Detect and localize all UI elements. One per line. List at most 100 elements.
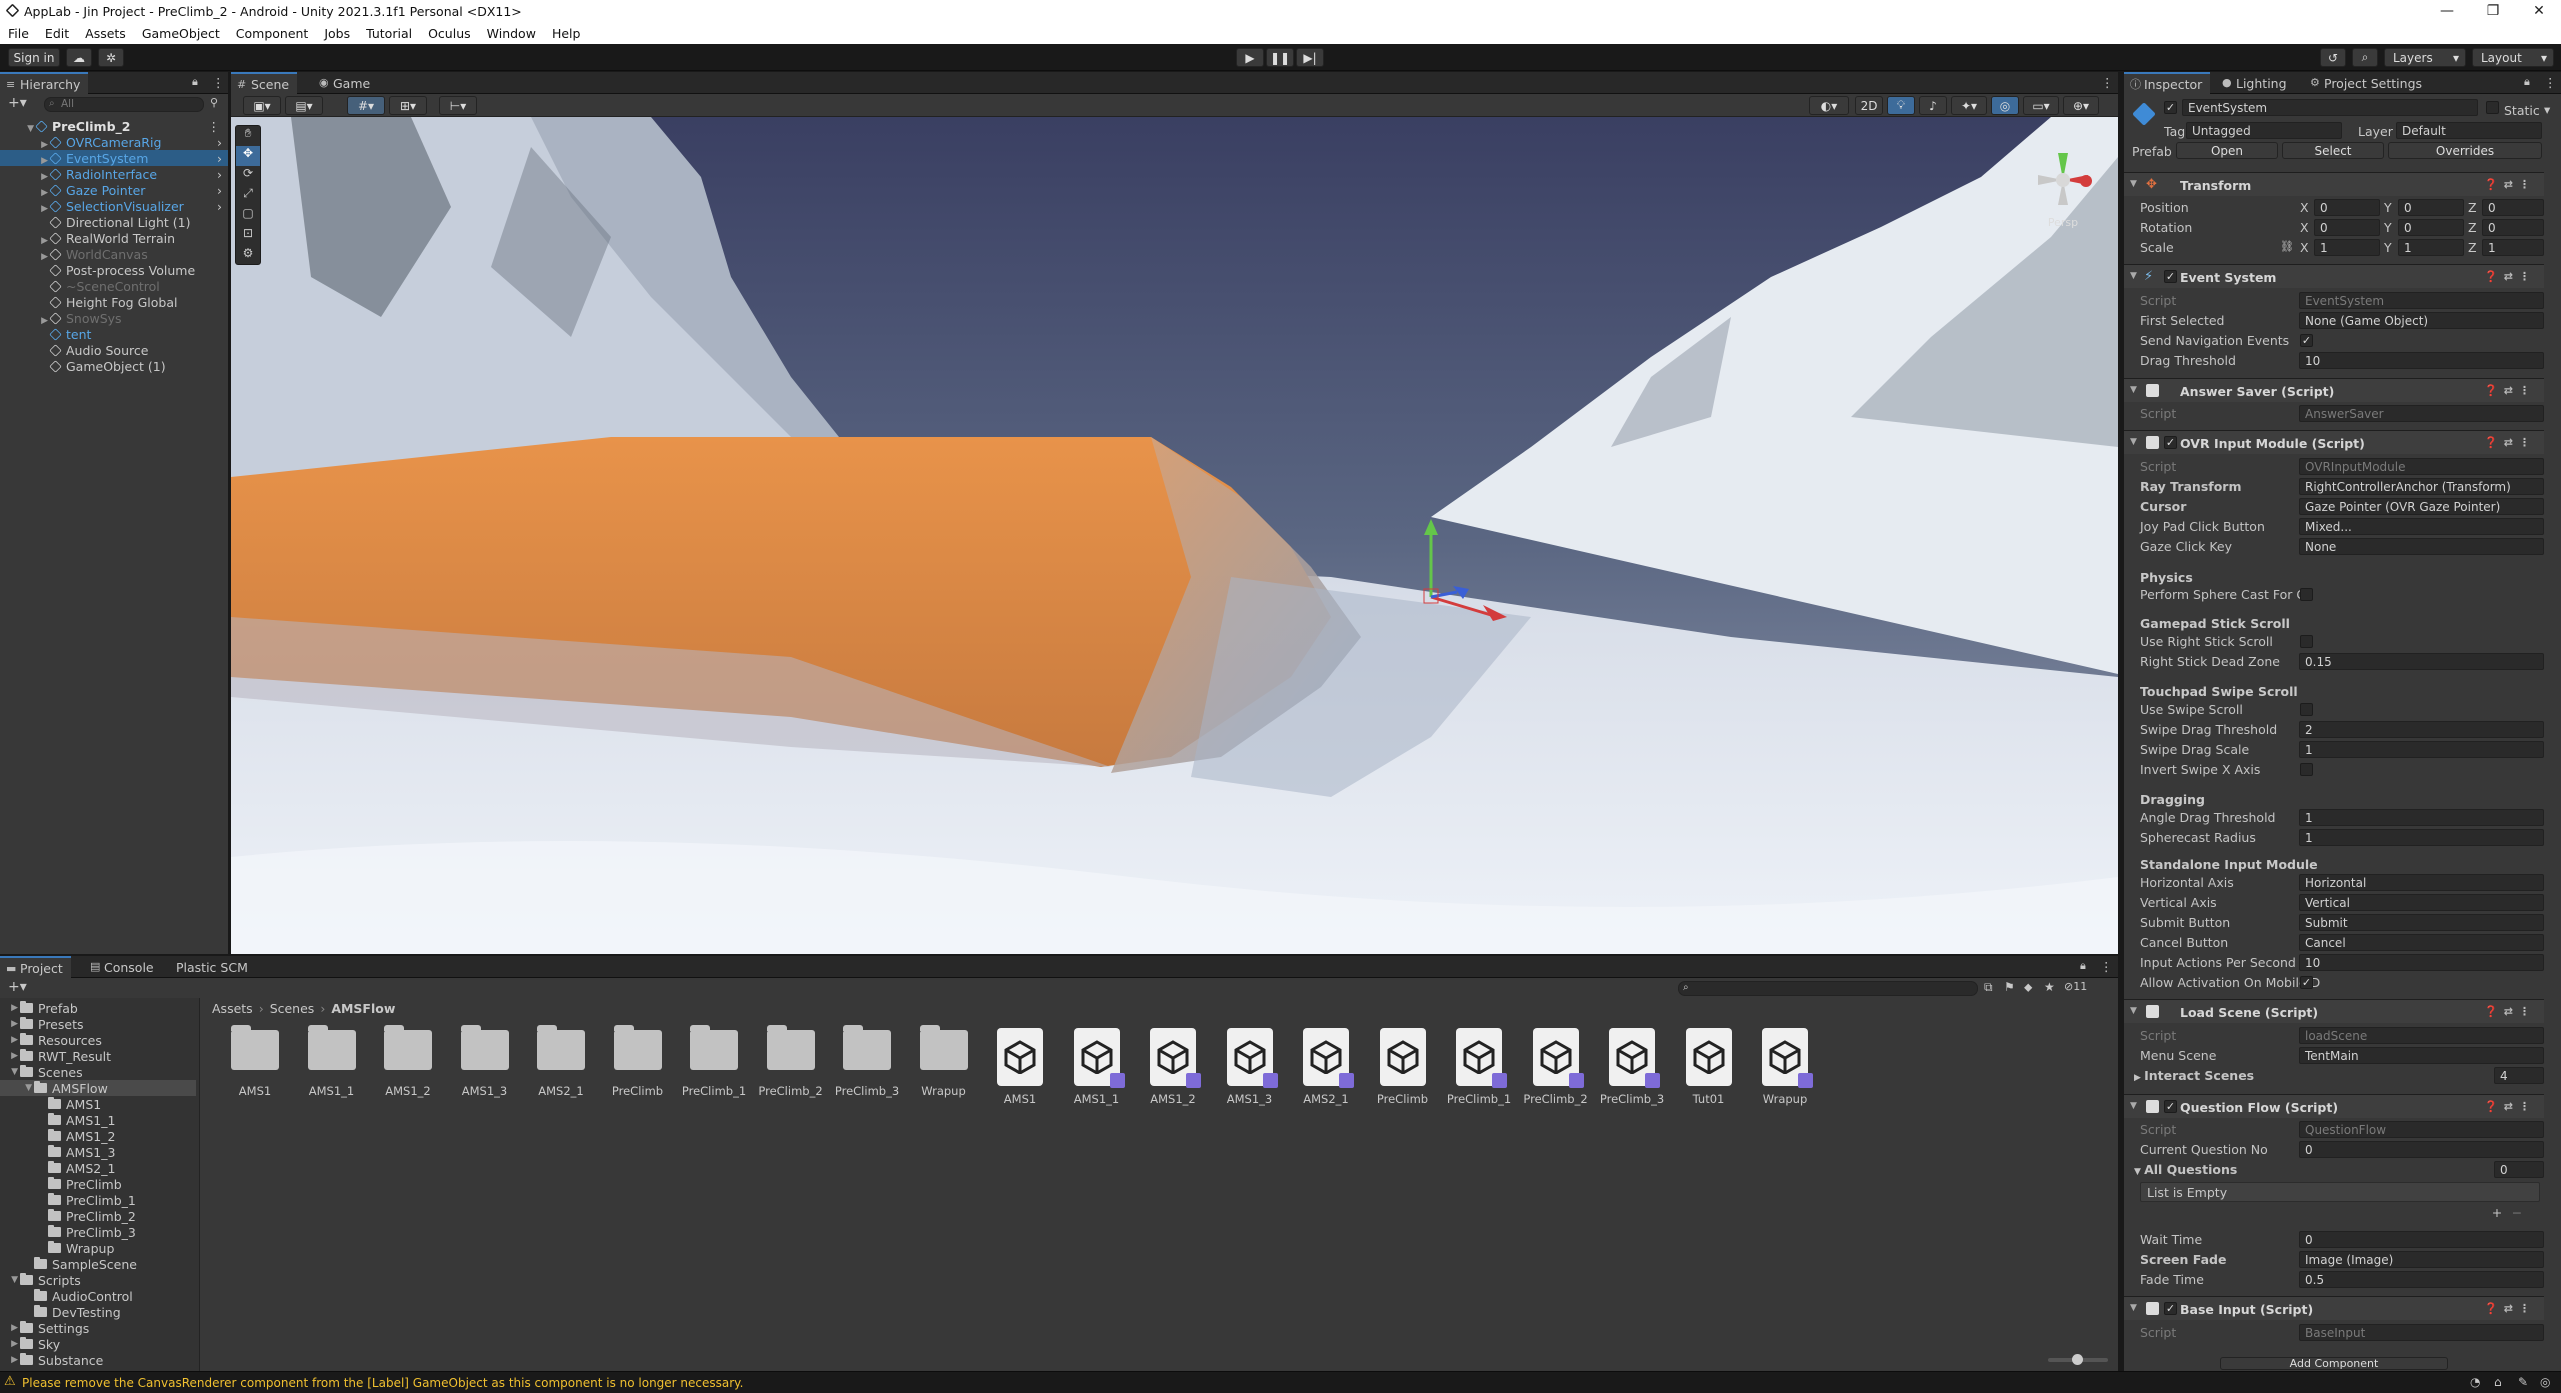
lock-icon[interactable]: 🔒︎ (192, 75, 198, 89)
object-name-input[interactable]: EventSystem (2182, 99, 2478, 116)
screen-fade-field[interactable]: Image (Image) (2299, 1251, 2544, 1268)
swipe-scale-field[interactable]: 1 (2299, 741, 2544, 758)
sign-in-button[interactable]: Sign in (8, 48, 60, 67)
rect-tool-icon[interactable]: ▢ (236, 206, 260, 226)
add-component-button[interactable]: Add Component (2220, 1357, 2448, 1370)
enable-checkbox[interactable]: ✓ (2164, 1302, 2177, 1315)
project-tree-item[interactable]: ▶ Presets (0, 1016, 196, 1032)
foldout-arrow-icon[interactable]: ▼ (0, 1067, 20, 1077)
enable-checkbox[interactable]: ✓ (2164, 270, 2177, 283)
custom-tool-icon[interactable]: ⚙ (236, 246, 260, 266)
foldout-arrow-icon[interactable]: ▼ (0, 1083, 34, 1093)
scene-asset[interactable]: Tut01 (1674, 1028, 1744, 1106)
shading-button[interactable]: ◐▾ (1809, 96, 1849, 115)
menu-jobs[interactable]: Jobs (316, 26, 358, 41)
foldout-arrow-icon[interactable]: ▼ (2134, 1167, 2144, 1177)
menu-tutorial[interactable]: Tutorial (358, 26, 420, 41)
hierarchy-item[interactable]: ▶ RealWorld Terrain (0, 230, 228, 246)
folder-asset[interactable]: PreClimb_1 (679, 1025, 749, 1098)
foldout-arrow-icon[interactable]: ▼ (0, 1275, 20, 1285)
foldout-arrow-icon[interactable]: ▶ (0, 1051, 20, 1061)
scale-x-field[interactable]: 1 (2314, 239, 2380, 256)
hierarchy-item[interactable]: ▶ SelectionVisualizer › (0, 198, 228, 214)
debug-icon[interactable]: ✎ (2518, 1375, 2528, 1389)
folder-asset[interactable]: AMS1_2 (373, 1025, 443, 1098)
component-menu-icons[interactable]: ❓⇄⋮ (2484, 1302, 2536, 1315)
project-tree-item[interactable]: ▶ Sky (0, 1336, 196, 1352)
visibility-icon[interactable]: ◎ (1991, 96, 2019, 115)
folder-asset[interactable]: AMS2_1 (526, 1025, 596, 1098)
scene-asset[interactable]: AMS1 (985, 1028, 1055, 1106)
status-message[interactable]: Please remove the CanvasRenderer compone… (22, 1376, 743, 1390)
project-tree-item[interactable]: AudioControl (0, 1288, 196, 1304)
tab-lighting[interactable]: ● Lighting (2216, 72, 2295, 94)
breadcrumb-amsflow[interactable]: AMSFlow (331, 1001, 395, 1016)
submit-button-field[interactable]: Submit (2299, 914, 2544, 931)
more-icon[interactable]: ⋮ (208, 119, 221, 134)
ray-transform-field[interactable]: RightControllerAnchor (Transform) (2299, 478, 2544, 495)
foldout-arrow-icon[interactable]: ▶ (0, 1339, 20, 1349)
hierarchy-item[interactable]: Audio Source (0, 342, 228, 358)
horizontal-axis-field[interactable]: Horizontal (2299, 874, 2544, 891)
hierarchy-item[interactable]: ▶ RadioInterface › (0, 166, 228, 182)
folder-asset[interactable]: AMS1 (220, 1025, 290, 1098)
foldout-arrow-icon[interactable]: ▼ (2130, 271, 2137, 281)
menu-component[interactable]: Component (228, 26, 317, 41)
prefab-open-icon[interactable]: › (217, 151, 222, 166)
folder-asset[interactable]: PreClimb_3 (832, 1025, 902, 1098)
prefab-overrides-button[interactable]: Overrides (2388, 142, 2542, 159)
hierarchy-scene-root[interactable]: ▼ PreClimb_2 ⋮ (0, 118, 228, 134)
menu-oculus[interactable]: Oculus (420, 26, 479, 41)
base-input-component-header[interactable]: ▼ ✓ Base Input (Script) ❓⇄⋮ (2124, 1296, 2544, 1320)
foldout-arrow-icon[interactable]: ▶ (0, 1355, 20, 1365)
lock-icon[interactable]: 🔒︎ (2524, 75, 2530, 89)
foldout-arrow-icon[interactable]: ▼ (2130, 1101, 2137, 1111)
fade-time-field[interactable]: 0.5 (2299, 1271, 2544, 1288)
project-tree-item[interactable]: PreClimb (0, 1176, 196, 1192)
all-questions-count[interactable]: 0 (2494, 1161, 2544, 1178)
joypad-dropdown[interactable]: Mixed... (2299, 518, 2544, 535)
scene-asset[interactable]: Wrapup (1750, 1028, 1820, 1106)
list-remove-button[interactable]: − (2508, 1205, 2526, 1220)
prefab-open-icon[interactable]: › (217, 183, 222, 198)
first-selected-field[interactable]: None (Game Object) (2299, 312, 2544, 329)
maximize-button[interactable]: ❐ (2470, 0, 2516, 22)
rotation-z-field[interactable]: 0 (2482, 219, 2544, 236)
project-tree-item[interactable]: Wrapup (0, 1240, 196, 1256)
tab-plastic-scm[interactable]: Plastic SCM (166, 956, 256, 978)
folder-asset[interactable]: AMS1_1 (297, 1025, 367, 1098)
toggle-2d-button[interactable]: 2D (1855, 96, 1883, 115)
scale-y-field[interactable]: 1 (2398, 239, 2464, 256)
hand-tool-icon[interactable]: ✋︎ (236, 126, 260, 146)
scene-asset[interactable]: AMS2_1 (1291, 1028, 1361, 1106)
add-icon[interactable]: +▾ (8, 979, 27, 995)
project-tree-item[interactable]: AMS1_3 (0, 1144, 196, 1160)
rotate-tool-icon[interactable]: ⟳ (236, 166, 260, 186)
tab-project[interactable]: ▬ Project (0, 956, 71, 978)
project-tree-item[interactable]: PreClimb_2 (0, 1208, 196, 1224)
cursor-field[interactable]: Gaze Pointer (OVR Gaze Pointer) (2299, 498, 2544, 515)
play-button[interactable]: ▶ (1236, 48, 1264, 67)
more-icon[interactable]: ⋮ (2100, 959, 2113, 974)
minimize-button[interactable]: — (2424, 0, 2470, 22)
position-z-field[interactable]: 0 (2482, 199, 2544, 216)
foldout-arrow-icon[interactable]: ▶ (38, 252, 48, 262)
cloud-icon[interactable]: ☁ (66, 48, 92, 67)
chevron-down-icon[interactable]: ▾ (2544, 102, 2550, 117)
menu-window[interactable]: Window (479, 26, 544, 41)
project-tree-item[interactable]: ▼ Scenes (0, 1064, 196, 1080)
breadcrumb-assets[interactable]: Assets (212, 1001, 253, 1016)
cancel-button-field[interactable]: Cancel (2299, 934, 2544, 951)
scene-asset[interactable]: PreClimb_2 (1521, 1028, 1591, 1106)
gaze-click-dropdown[interactable]: None (2299, 538, 2544, 555)
foldout-arrow-icon[interactable]: ▶ (38, 316, 48, 326)
project-search-input[interactable]: ⌕ (1678, 981, 1978, 996)
snap-increment-button[interactable]: ⊞▾ (389, 96, 427, 115)
light-icon[interactable]: 💡︎ (1887, 96, 1915, 115)
lock-icon[interactable]: 🔒︎ (2080, 959, 2086, 973)
scene-viewport[interactable]: ✋︎ ✥ ⟳ ⤢ ▢ ⊡ ⚙ Persp (231, 117, 2118, 954)
tag-dropdown[interactable]: Untagged (2186, 122, 2342, 139)
scene-asset[interactable]: PreClimb_3 (1597, 1028, 1667, 1106)
use-right-stick-checkbox[interactable] (2300, 635, 2313, 648)
rotation-x-field[interactable]: 0 (2314, 219, 2380, 236)
